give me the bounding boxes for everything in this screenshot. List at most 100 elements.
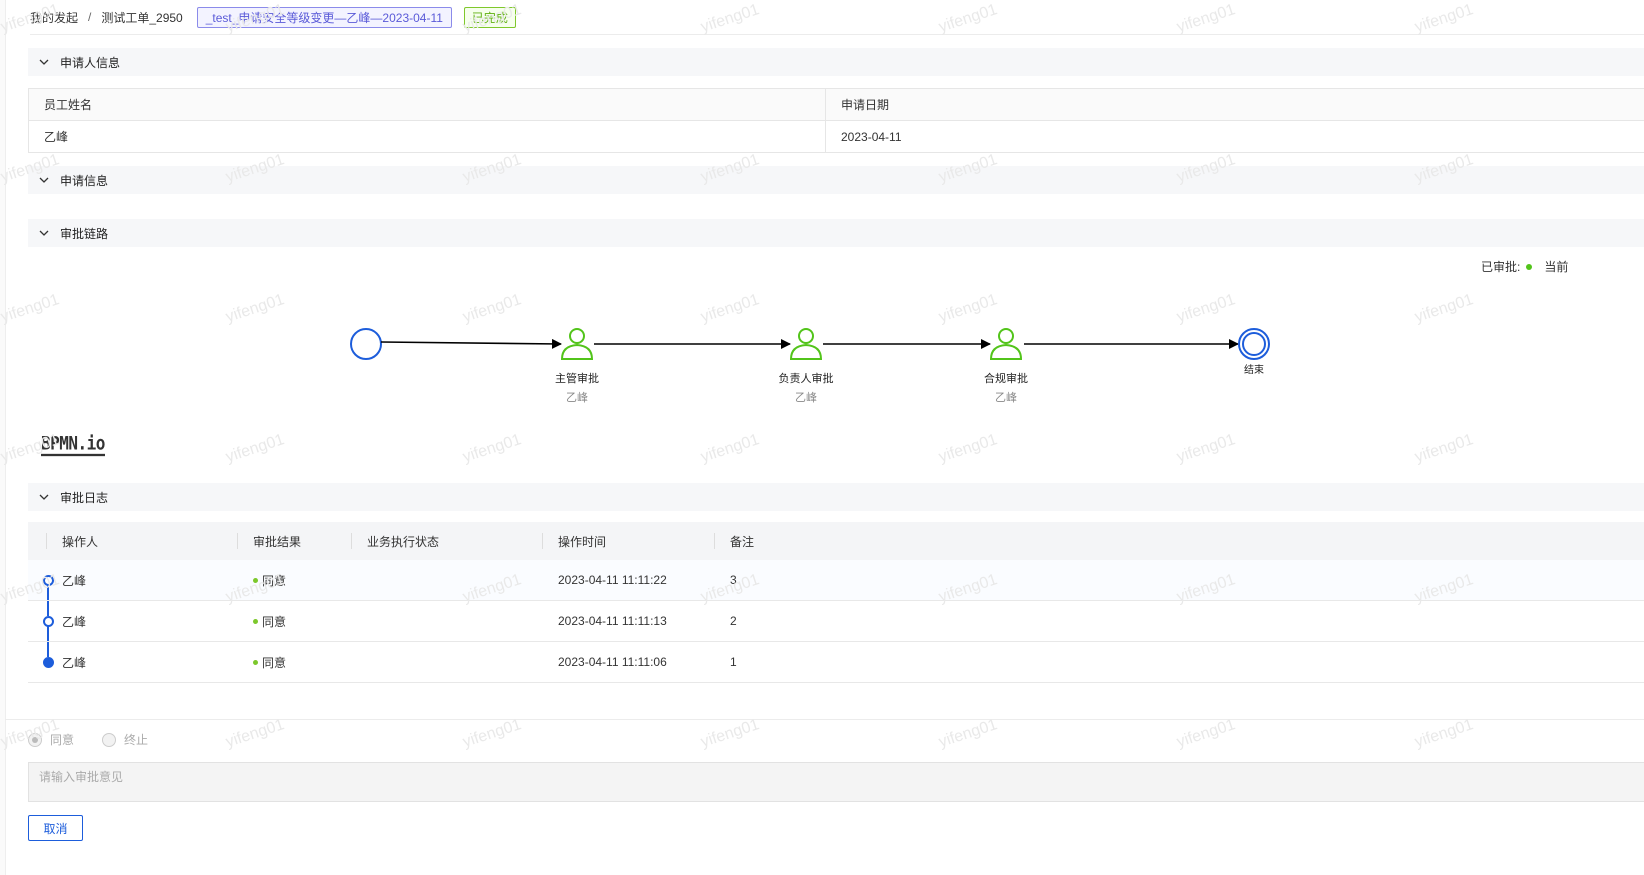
task-assignee: 乙峰 xyxy=(795,392,817,404)
table-header-row: 员工姓名 申请日期 xyxy=(29,89,1644,120)
end-event[interactable] xyxy=(1238,328,1270,360)
watermark-text: yifeng01 xyxy=(698,716,762,751)
column-header: 业务执行状态 xyxy=(367,534,440,549)
task-assignee: 乙峰 xyxy=(995,392,1017,404)
chevron-down-icon xyxy=(39,494,49,500)
task-compliance-approval[interactable] xyxy=(989,328,1023,360)
legend-approved-label: 已审批: xyxy=(1481,260,1521,274)
operator-cell: 乙峰 xyxy=(62,655,87,670)
radio-label: 同意 xyxy=(50,733,75,747)
task-assignee: 乙峰 xyxy=(566,392,588,404)
approval-log-table: 操作人 审批结果 业务执行状态 操作时间 备注 乙峰 同意 2023-04-11… xyxy=(28,522,1644,683)
radio-agree[interactable] xyxy=(28,732,42,747)
section-approval-log-header[interactable]: 审批日志 xyxy=(28,483,1644,511)
table-row: 乙峰 2023-04-11 xyxy=(29,120,1644,152)
table-row[interactable]: 乙峰 同意 2023-04-11 11:11:06 1 xyxy=(28,642,1644,683)
section-title: 申请人信息 xyxy=(60,55,121,70)
sequence-flow xyxy=(380,338,562,349)
watermark-text: yifeng01 xyxy=(936,716,1000,751)
section-title: 审批链路 xyxy=(60,226,109,241)
operator-cell: 乙峰 xyxy=(62,573,87,588)
column-divider xyxy=(46,533,47,549)
watermark-text: yifeng01 xyxy=(936,431,1000,466)
radio-terminate[interactable] xyxy=(102,732,117,747)
start-event[interactable] xyxy=(350,328,382,360)
table-row[interactable]: 乙峰 同意 2023-04-11 11:11:22 3 xyxy=(28,560,1644,601)
status-badge: 已完成 xyxy=(463,6,516,28)
column-header: 操作人 xyxy=(62,534,99,549)
timeline-line xyxy=(47,601,49,616)
task-label: 合规审批 xyxy=(984,373,1028,385)
watermark-text: yifeng01 xyxy=(1412,716,1476,751)
watermark-text: yifeng01 xyxy=(1412,431,1476,466)
result-cell: 同意 xyxy=(253,642,286,682)
watermark-text: yifeng01 xyxy=(1174,431,1238,466)
task-label: 主管审批 xyxy=(555,373,599,385)
time-cell: 2023-04-11 11:11:22 xyxy=(558,573,667,587)
result-text: 同意 xyxy=(262,614,287,629)
column-divider xyxy=(237,533,238,549)
end-event-label: 结束 xyxy=(1244,365,1264,376)
column-divider xyxy=(714,533,715,549)
timeline-dot xyxy=(43,657,54,668)
column-header: 员工姓名 xyxy=(29,89,826,120)
radio-label: 终止 xyxy=(124,733,149,747)
column-header: 申请日期 xyxy=(841,98,890,112)
chevron-down-icon xyxy=(39,59,49,65)
chevron-down-icon xyxy=(39,177,49,183)
status-dot xyxy=(253,659,258,665)
watermark-text: yifeng01 xyxy=(698,431,762,466)
timeline-line xyxy=(47,585,49,600)
flow-legend: 已审批: 当前 xyxy=(1481,258,1568,275)
status-dot xyxy=(253,577,258,583)
result-cell: 同意 xyxy=(253,601,286,641)
result-text: 同意 xyxy=(262,573,287,588)
task-manager-approval[interactable] xyxy=(789,328,823,360)
time-cell: 2023-04-11 11:11:13 xyxy=(558,614,667,628)
bpmn-io-logo[interactable]: BPMN.io xyxy=(41,432,105,457)
breadcrumb: 我的发起 / 测试工单_2950 _test_申请安全等级变更—乙峰—2023-… xyxy=(30,0,1644,35)
breadcrumb-root-link[interactable]: 我的发起 xyxy=(30,9,78,26)
section-applicant-header[interactable]: 申请人信息 xyxy=(28,48,1644,76)
timeline-line xyxy=(47,642,49,657)
apply-date-value: 2023-04-11 xyxy=(841,129,902,144)
timeline-line xyxy=(47,626,49,641)
section-title: 申请信息 xyxy=(60,173,109,188)
table-row[interactable]: 乙峰 同意 2023-04-11 11:11:13 2 xyxy=(28,601,1644,642)
status-dot xyxy=(253,618,258,624)
task-supervisor-approval[interactable] xyxy=(560,328,594,360)
table-header-row: 操作人 审批结果 业务执行状态 操作时间 备注 xyxy=(28,522,1644,560)
remark-cell: 2 xyxy=(730,614,737,628)
section-application-header[interactable]: 申请信息 xyxy=(28,166,1644,194)
decision-radio-group: 同意 终止 xyxy=(28,731,176,748)
section-approval-chain-header[interactable]: 审批链路 xyxy=(28,219,1644,247)
breadcrumb-current: 测试工单_2950 xyxy=(101,10,183,25)
breadcrumb-separator: / xyxy=(88,10,92,24)
section-title: 审批日志 xyxy=(60,490,109,505)
operator-cell: 乙峰 xyxy=(62,614,87,629)
cancel-button[interactable]: 取消 xyxy=(28,815,83,841)
footer-divider xyxy=(5,719,1644,720)
watermark-text: yifeng01 xyxy=(460,716,524,751)
chevron-down-icon xyxy=(39,230,49,236)
column-divider xyxy=(542,533,543,549)
applicant-table: 员工姓名 申请日期 乙峰 2023-04-11 xyxy=(28,88,1644,153)
watermark-text: yifeng01 xyxy=(223,431,287,466)
legend-current-label: 当前 xyxy=(1544,260,1569,274)
watermark-text: yifeng01 xyxy=(1174,716,1238,751)
task-label: 负责人审批 xyxy=(778,373,834,385)
left-rail xyxy=(0,0,6,875)
column-header: 备注 xyxy=(730,534,755,549)
column-divider xyxy=(351,533,352,549)
result-cell: 同意 xyxy=(253,560,286,600)
watermark-text: yifeng01 xyxy=(223,716,287,751)
remark-cell: 3 xyxy=(730,573,737,587)
time-cell: 2023-04-11 11:11:06 xyxy=(558,655,667,669)
employee-name-value: 乙峰 xyxy=(29,121,826,152)
result-text: 同意 xyxy=(262,655,287,670)
approval-comment-input[interactable] xyxy=(28,762,1644,802)
legend-approved-dot xyxy=(1526,263,1533,270)
ticket-title-tag: _test_申请安全等级变更—乙峰—2023-04-11 xyxy=(196,6,452,28)
remark-cell: 1 xyxy=(730,655,737,669)
column-header: 操作时间 xyxy=(558,534,607,549)
